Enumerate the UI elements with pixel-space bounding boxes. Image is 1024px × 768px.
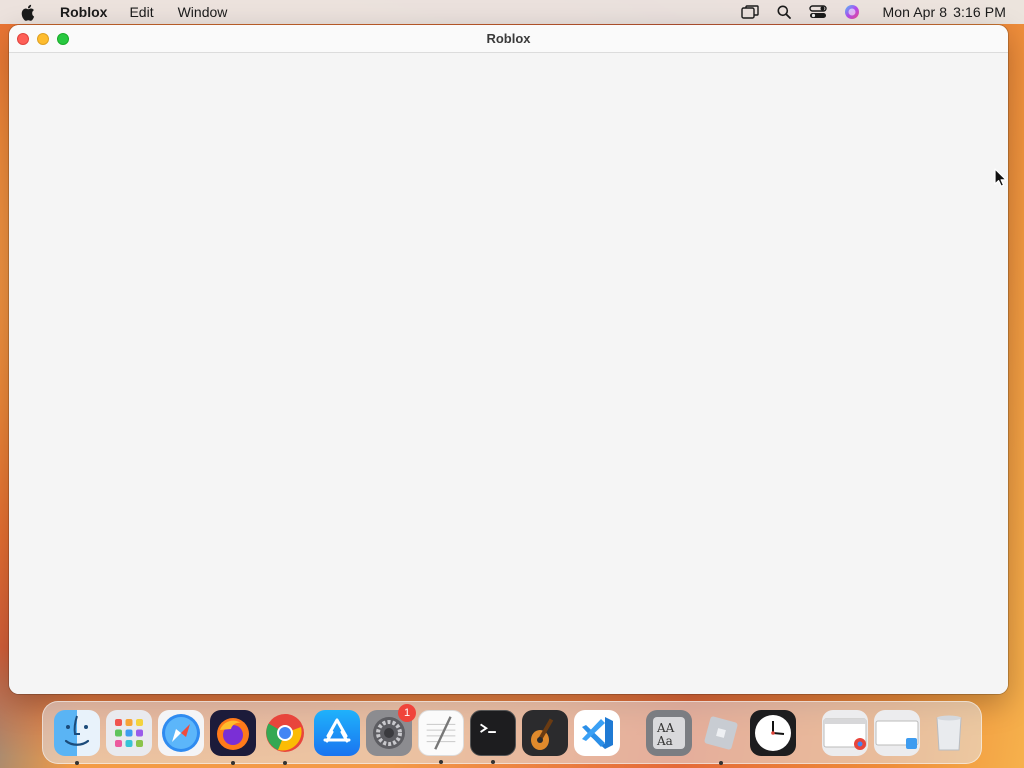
menu-date: Mon Apr 8 <box>882 4 948 20</box>
dock-finder-icon[interactable] <box>54 709 100 765</box>
control-center-icon[interactable] <box>808 3 828 21</box>
dock-roblox-icon[interactable] <box>698 710 744 765</box>
dock-clock-icon[interactable] <box>750 709 796 756</box>
dock-firefox-icon[interactable] <box>210 709 256 765</box>
siri-icon[interactable] <box>842 3 862 21</box>
window-titlebar[interactable]: Roblox <box>9 25 1008 53</box>
menu-clock[interactable]: Mon Apr 8 3:16 PM <box>876 4 1006 20</box>
dock-vscode-icon[interactable] <box>574 709 620 756</box>
mouse-cursor-icon <box>994 168 1008 188</box>
menu-bar: Roblox Edit Window Mon Apr 8 3:16 PM <box>0 0 1024 24</box>
dock: 1 AA Aa <box>42 701 982 765</box>
window-content <box>9 53 1008 694</box>
dock-textedit-icon[interactable] <box>418 709 464 764</box>
dock-trash-icon[interactable] <box>926 710 972 756</box>
dock-safari-icon[interactable] <box>158 709 204 756</box>
spotlight-search-icon[interactable] <box>774 3 794 21</box>
dock-font-book-icon[interactable]: AA Aa <box>646 709 692 756</box>
window-title: Roblox <box>486 30 531 46</box>
dock-finder-window-thumbnail[interactable] <box>874 709 920 756</box>
roblox-window: Roblox <box>9 25 1008 694</box>
dock-app-store-icon[interactable] <box>314 709 360 756</box>
screen-mirroring-icon[interactable] <box>740 3 760 21</box>
dock-garageband-icon[interactable] <box>522 709 568 756</box>
menu-window[interactable]: Window <box>170 0 236 24</box>
dock-chrome-window-thumbnail[interactable] <box>822 709 868 756</box>
dock-chrome-icon[interactable] <box>262 710 308 765</box>
dock-terminal-icon[interactable] <box>470 709 516 764</box>
svg-text:AA: AA <box>656 721 675 735</box>
dock-system-settings-icon[interactable]: 1 <box>366 703 416 756</box>
svg-text:Aa: Aa <box>656 734 673 748</box>
menu-edit[interactable]: Edit <box>121 0 161 24</box>
dock-launchpad-icon[interactable] <box>106 709 152 756</box>
settings-badge: 1 <box>398 703 416 722</box>
menu-app-name[interactable]: Roblox <box>52 0 115 24</box>
apple-menu-icon[interactable] <box>18 3 36 21</box>
menu-time: 3:16 PM <box>953 4 1006 20</box>
